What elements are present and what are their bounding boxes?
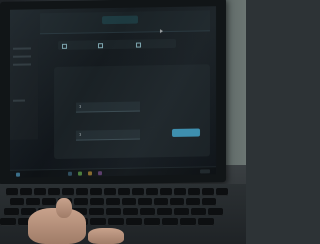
option-checkbox[interactable] bbox=[98, 43, 103, 49]
key-row bbox=[0, 188, 246, 196]
key[interactable] bbox=[188, 188, 200, 196]
pointer-icon bbox=[160, 29, 163, 34]
sidebar-item[interactable] bbox=[13, 99, 25, 102]
key[interactable] bbox=[106, 198, 120, 206]
option-checkbox[interactable] bbox=[136, 42, 141, 48]
key[interactable] bbox=[140, 208, 155, 216]
key[interactable] bbox=[132, 188, 144, 196]
sidebar-item[interactable] bbox=[13, 63, 31, 66]
key[interactable] bbox=[6, 188, 18, 196]
number-field[interactable]: 1 bbox=[76, 129, 140, 141]
key[interactable] bbox=[138, 198, 152, 206]
browser-icon[interactable] bbox=[78, 171, 82, 176]
header-tab-active[interactable] bbox=[102, 15, 138, 25]
key[interactable] bbox=[202, 198, 216, 206]
key[interactable] bbox=[202, 188, 214, 196]
key[interactable] bbox=[90, 218, 106, 226]
number-field[interactable]: 1 bbox=[76, 101, 140, 113]
key[interactable] bbox=[198, 218, 214, 226]
key[interactable] bbox=[89, 208, 104, 216]
key[interactable] bbox=[216, 188, 228, 196]
key[interactable] bbox=[42, 198, 56, 206]
clock-icon bbox=[200, 169, 210, 174]
app-sidebar bbox=[10, 39, 38, 140]
app-header bbox=[40, 10, 210, 35]
key[interactable] bbox=[62, 188, 74, 196]
key[interactable] bbox=[144, 218, 160, 226]
key-row bbox=[0, 198, 246, 206]
key[interactable] bbox=[174, 188, 186, 196]
key[interactable] bbox=[180, 218, 196, 226]
key[interactable] bbox=[104, 188, 116, 196]
action-button[interactable] bbox=[172, 128, 200, 137]
key[interactable] bbox=[191, 208, 206, 216]
key[interactable] bbox=[90, 198, 104, 206]
folder-icon[interactable] bbox=[88, 171, 92, 176]
key[interactable] bbox=[106, 208, 121, 216]
key[interactable] bbox=[34, 188, 46, 196]
key[interactable] bbox=[118, 188, 130, 196]
sidebar-item[interactable] bbox=[13, 55, 31, 58]
key[interactable] bbox=[90, 188, 102, 196]
key[interactable] bbox=[108, 218, 124, 226]
key[interactable] bbox=[174, 208, 189, 216]
key[interactable] bbox=[146, 188, 158, 196]
key[interactable] bbox=[26, 198, 40, 206]
settings-panel: 1 1 bbox=[54, 64, 210, 160]
key[interactable] bbox=[4, 208, 19, 216]
app-icon[interactable] bbox=[98, 171, 102, 176]
key[interactable] bbox=[160, 188, 172, 196]
right-hand bbox=[88, 228, 124, 244]
option-checkbox[interactable] bbox=[62, 43, 67, 49]
options-row bbox=[58, 38, 176, 50]
field-value: 1 bbox=[79, 132, 82, 137]
start-icon[interactable] bbox=[16, 172, 20, 177]
key[interactable] bbox=[0, 218, 16, 226]
search-icon[interactable] bbox=[68, 171, 72, 176]
key[interactable] bbox=[154, 198, 168, 206]
taskbar bbox=[10, 166, 216, 178]
key[interactable] bbox=[208, 208, 223, 216]
left-finger bbox=[56, 198, 72, 218]
photo-scene: 1 1 bbox=[0, 0, 246, 244]
key[interactable] bbox=[123, 208, 138, 216]
laptop-lid: 1 1 bbox=[0, 0, 226, 186]
key[interactable] bbox=[48, 188, 60, 196]
key[interactable] bbox=[76, 188, 88, 196]
key[interactable] bbox=[126, 218, 142, 226]
field-value: 1 bbox=[79, 104, 82, 109]
key[interactable] bbox=[74, 198, 88, 206]
key[interactable] bbox=[122, 198, 136, 206]
sidebar-item[interactable] bbox=[13, 47, 31, 50]
key[interactable] bbox=[170, 198, 184, 206]
key[interactable] bbox=[157, 208, 172, 216]
key[interactable] bbox=[186, 198, 200, 206]
laptop-screen: 1 1 bbox=[10, 6, 216, 178]
key[interactable] bbox=[162, 218, 178, 226]
key[interactable] bbox=[10, 198, 24, 206]
key[interactable] bbox=[20, 188, 32, 196]
